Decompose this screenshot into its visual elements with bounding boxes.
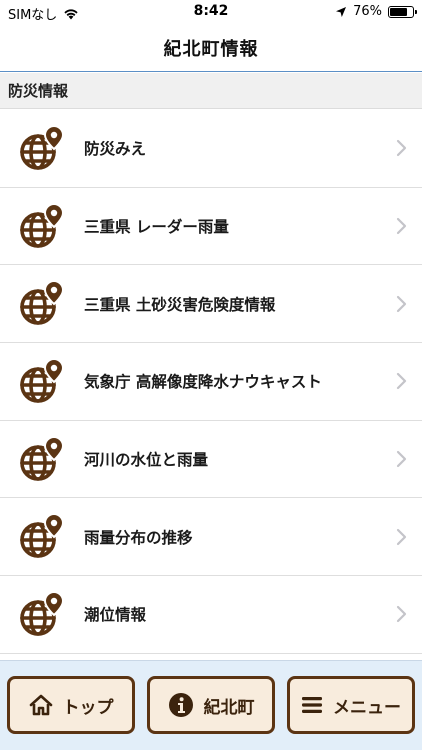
status-right: 76%	[335, 4, 417, 19]
battery-fill	[390, 7, 407, 16]
info-icon	[168, 693, 193, 717]
bottom-tab-bar: トップ 紀北町 メニュー	[0, 660, 422, 750]
globe-pin-icon	[18, 279, 66, 327]
chevron-right-icon	[396, 606, 407, 623]
battery-percent: 76%	[353, 4, 382, 19]
globe-pin-icon	[18, 202, 66, 250]
hamburger-icon	[302, 697, 322, 713]
list-item[interactable]: 防災みえ	[0, 110, 422, 188]
chevron-right-icon	[396, 217, 407, 235]
disaster-info-list: 防災みえ 三重県 レーダー雨量 三重県 土砂災害危険度情報 気象庁 高解像度降水…	[0, 110, 422, 654]
list-item-label: 潮位情報	[84, 606, 147, 625]
list-item-label: 雨量分布の推移	[84, 528, 193, 547]
top-button[interactable]: トップ	[7, 676, 135, 734]
top-button-label: トップ	[62, 697, 114, 718]
chevron-right-icon	[396, 140, 407, 157]
list-item[interactable]: 三重県 土砂災害危険度情報	[0, 265, 422, 344]
battery-icon	[388, 5, 417, 18]
menu-button[interactable]: メニュー	[287, 676, 415, 734]
chevron-right-icon	[396, 373, 407, 390]
list-item-label: 防災みえ	[84, 140, 147, 159]
town-button-label: 紀北町	[203, 697, 255, 718]
nav-bar: 紀北町情報	[0, 24, 422, 72]
status-bar: SIMなし 8:42 76%	[0, 0, 422, 24]
list-item-label: 気象庁 高解像度降水ナウキャスト	[84, 373, 322, 392]
list-item[interactable]: 三重県 レーダー雨量	[0, 188, 422, 266]
list-item[interactable]: 潮位情報	[0, 576, 422, 654]
location-arrow-icon	[336, 6, 347, 17]
home-icon	[29, 694, 52, 716]
chevron-right-icon	[396, 450, 407, 468]
globe-pin-icon	[18, 512, 66, 560]
chevron-right-icon	[396, 528, 407, 545]
list-item-label: 河川の水位と雨量	[84, 451, 209, 470]
list-item-label: 三重県 レーダー雨量	[84, 218, 229, 237]
globe-pin-icon	[18, 124, 66, 172]
page-title: 紀北町情報	[163, 38, 259, 60]
list-item[interactable]: 雨量分布の推移	[0, 498, 422, 577]
menu-button-label: メニュー	[333, 697, 401, 718]
globe-pin-icon	[18, 357, 66, 405]
list-item[interactable]: 気象庁 高解像度降水ナウキャスト	[0, 343, 422, 421]
list-item-label: 三重県 土砂災害危険度情報	[84, 295, 276, 314]
globe-pin-icon	[18, 435, 66, 483]
globe-pin-icon	[18, 590, 66, 638]
section-header: 防災情報	[0, 73, 422, 109]
chevron-right-icon	[396, 295, 407, 312]
town-button[interactable]: 紀北町	[147, 676, 275, 734]
list-item[interactable]: 河川の水位と雨量	[0, 421, 422, 499]
